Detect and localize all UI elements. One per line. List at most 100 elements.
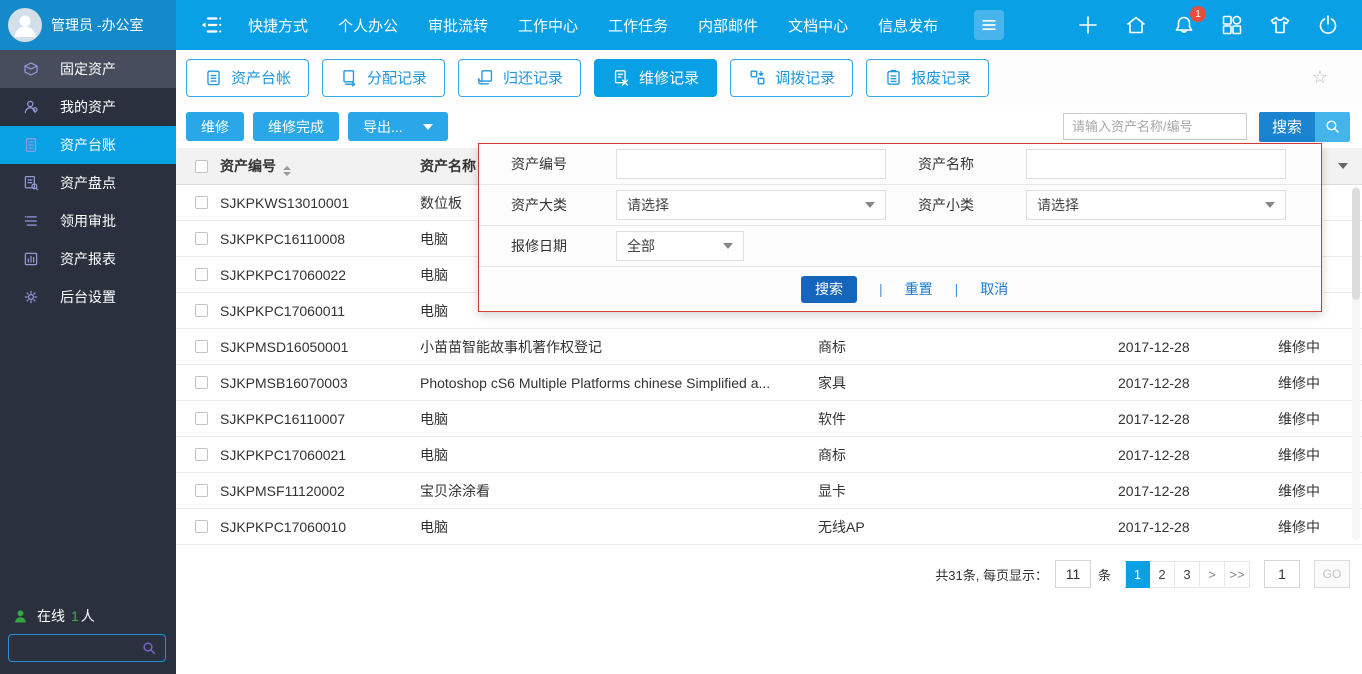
row-checkbox[interactable]	[195, 304, 208, 317]
nav-internal-mail[interactable]: 内部邮件	[698, 15, 758, 36]
asset-code: SJKPMSB16070003	[220, 374, 348, 391]
filter-reset-link[interactable]: 重置	[905, 279, 933, 299]
tab-asset-ledger[interactable]: 资产台帐	[186, 58, 310, 97]
table-row[interactable]: SJKPMSF11120002 宝贝涂涂看 显卡 2017-12-28 维修中	[176, 473, 1362, 509]
asset-category: 显卡	[818, 482, 846, 499]
sidebar-search-icon[interactable]	[141, 640, 157, 656]
row-checkbox[interactable]	[195, 340, 208, 353]
tab-label: 调拨记录	[775, 70, 836, 87]
nav-approval-flow[interactable]: 审批流转	[428, 15, 488, 36]
sort-icon[interactable]	[283, 166, 291, 176]
repair-date-label: 报修日期	[511, 238, 567, 254]
nav-doc-center[interactable]: 文档中心	[788, 15, 848, 36]
nav-personal-office[interactable]: 个人办公	[338, 15, 398, 36]
row-checkbox[interactable]	[195, 376, 208, 389]
scrollbar-thumb[interactable]	[1352, 188, 1360, 300]
row-checkbox[interactable]	[195, 484, 208, 497]
row-checkbox[interactable]	[195, 196, 208, 209]
column-chooser-caret[interactable]	[1338, 163, 1348, 169]
row-checkbox[interactable]	[195, 448, 208, 461]
theme-shirt-icon[interactable]	[1268, 13, 1292, 37]
avatar	[8, 8, 42, 42]
search-button-label: 搜索	[1258, 111, 1315, 142]
collapse-menu-icon[interactable]	[198, 12, 224, 38]
nav-work-center[interactable]: 工作中心	[518, 15, 578, 36]
sidebar-item-my-assets[interactable]: 我的资产	[0, 88, 176, 126]
row-checkbox[interactable]	[195, 232, 208, 245]
record-tabs: 资产台帐 分配记录 归还记录 维修记录 调拨记录 报废记录 ☆	[176, 50, 1362, 105]
col-asset-code[interactable]: 资产编号	[220, 156, 420, 176]
table-row[interactable]: SJKPKPC17060021 电脑 商标 2017-12-28 维修中	[176, 437, 1362, 473]
asset-name: 电脑	[420, 518, 448, 535]
page-button-3[interactable]: 3	[1175, 560, 1200, 588]
next-page-button[interactable]: >	[1200, 560, 1225, 588]
asset-major-label: 资产大类	[511, 197, 567, 213]
table-row[interactable]: SJKPMSD16050001 小苗苗智能故事机著作权登记 商标 2017-12…	[176, 329, 1362, 365]
apps-icon[interactable]	[1220, 13, 1244, 37]
asset-search-input[interactable]	[1062, 113, 1247, 140]
pagination: 共31条, 每页显示： 条 1 2 3 > >> GO	[935, 560, 1350, 588]
tab-repair-records[interactable]: 维修记录	[594, 58, 718, 97]
filter-cancel-link[interactable]: 取消	[980, 279, 1008, 299]
export-button[interactable]: 导出...	[348, 112, 448, 141]
sidebar-item-label: 固定资产	[60, 61, 116, 77]
repair-date-select[interactable]: 全部	[616, 231, 744, 261]
jump-page-input[interactable]	[1264, 560, 1300, 588]
asset-code: SJKPMSD16050001	[220, 338, 349, 355]
nav-info-publish[interactable]: 信息发布	[878, 15, 938, 36]
table-scrollbar[interactable]	[1352, 186, 1360, 540]
nav-shortcuts[interactable]: 快捷方式	[248, 15, 308, 36]
asset-name-input[interactable]	[1026, 149, 1286, 179]
row-checkbox[interactable]	[195, 412, 208, 425]
home-icon[interactable]	[1124, 13, 1148, 37]
asset-minor-select[interactable]: 请选择	[1026, 190, 1286, 220]
asset-name: 电脑	[420, 410, 448, 427]
filter-search-button[interactable]: 搜索	[801, 275, 857, 303]
asset-name: Photoshop cS6 Multiple Platforms chinese…	[420, 374, 771, 391]
favorite-star-icon[interactable]: ☆	[1312, 67, 1328, 88]
tab-scrap-records[interactable]: 报废记录	[866, 58, 990, 97]
table-row[interactable]: SJKPKPC16110007 电脑 软件 2017-12-28 维修中	[176, 401, 1362, 437]
tab-label: 维修记录	[639, 70, 700, 87]
asset-code: SJKPKWS13010001	[220, 194, 350, 211]
nav-work-tasks[interactable]: 工作任务	[608, 15, 668, 36]
filter-row-2: 资产大类 请选择 资产小类 请选择	[479, 185, 1321, 226]
sidebar-item-asset-reports[interactable]: 资产报表	[0, 240, 176, 278]
tab-transfer-records[interactable]: 调拨记录	[730, 58, 854, 97]
last-page-button[interactable]: >>	[1225, 560, 1250, 588]
go-button[interactable]: GO	[1314, 560, 1350, 588]
sidebar-item-fixed-assets[interactable]: 固定资产	[0, 50, 176, 88]
menu-toggle-button[interactable]	[974, 10, 1005, 40]
tab-allocation-records[interactable]: 分配记录	[322, 58, 446, 97]
status: 维修中	[1278, 374, 1320, 391]
repair-button[interactable]: 维修	[186, 112, 244, 141]
sidebar-item-requisition-approval[interactable]: 领用审批	[0, 202, 176, 240]
table-row[interactable]: SJKPKPC17060010 电脑 无线AP 2017-12-28 维修中	[176, 509, 1362, 545]
repair-date: 2017-12-28	[1118, 446, 1190, 463]
asset-major-select[interactable]: 请选择	[616, 190, 886, 220]
page-size-input[interactable]	[1054, 560, 1091, 588]
repair-done-button[interactable]: 维修完成	[253, 112, 339, 141]
select-all-checkbox[interactable]	[195, 159, 208, 173]
page-button-1[interactable]: 1	[1125, 560, 1150, 588]
add-icon[interactable]	[1076, 13, 1100, 37]
notifications-icon[interactable]: 1	[1172, 6, 1206, 37]
row-checkbox[interactable]	[195, 268, 208, 281]
asset-category: 商标	[818, 446, 846, 463]
asset-reports-icon	[22, 250, 40, 268]
row-checkbox[interactable]	[195, 520, 208, 533]
sidebar-item-asset-inventory[interactable]: 资产盘点	[0, 164, 176, 202]
sidebar-item-backend-settings[interactable]: 后台设置	[0, 278, 176, 316]
page-button-2[interactable]: 2	[1150, 560, 1175, 588]
status: 维修中	[1278, 338, 1320, 355]
sidebar-search-input[interactable]	[9, 640, 141, 656]
search-button[interactable]: 搜索	[1258, 111, 1350, 142]
online-status: 在线 1 人	[12, 606, 95, 626]
user-block[interactable]: 管理员 -办公室	[0, 0, 176, 50]
table-row[interactable]: SJKPMSB16070003 Photoshop cS6 Multiple P…	[176, 365, 1362, 401]
power-icon[interactable]	[1316, 13, 1340, 37]
asset-code-input[interactable]	[616, 149, 886, 179]
scrap-tab-icon	[884, 68, 903, 87]
tab-return-records[interactable]: 归还记录	[458, 58, 582, 97]
sidebar-item-asset-ledger[interactable]: 资产台账	[0, 126, 176, 164]
